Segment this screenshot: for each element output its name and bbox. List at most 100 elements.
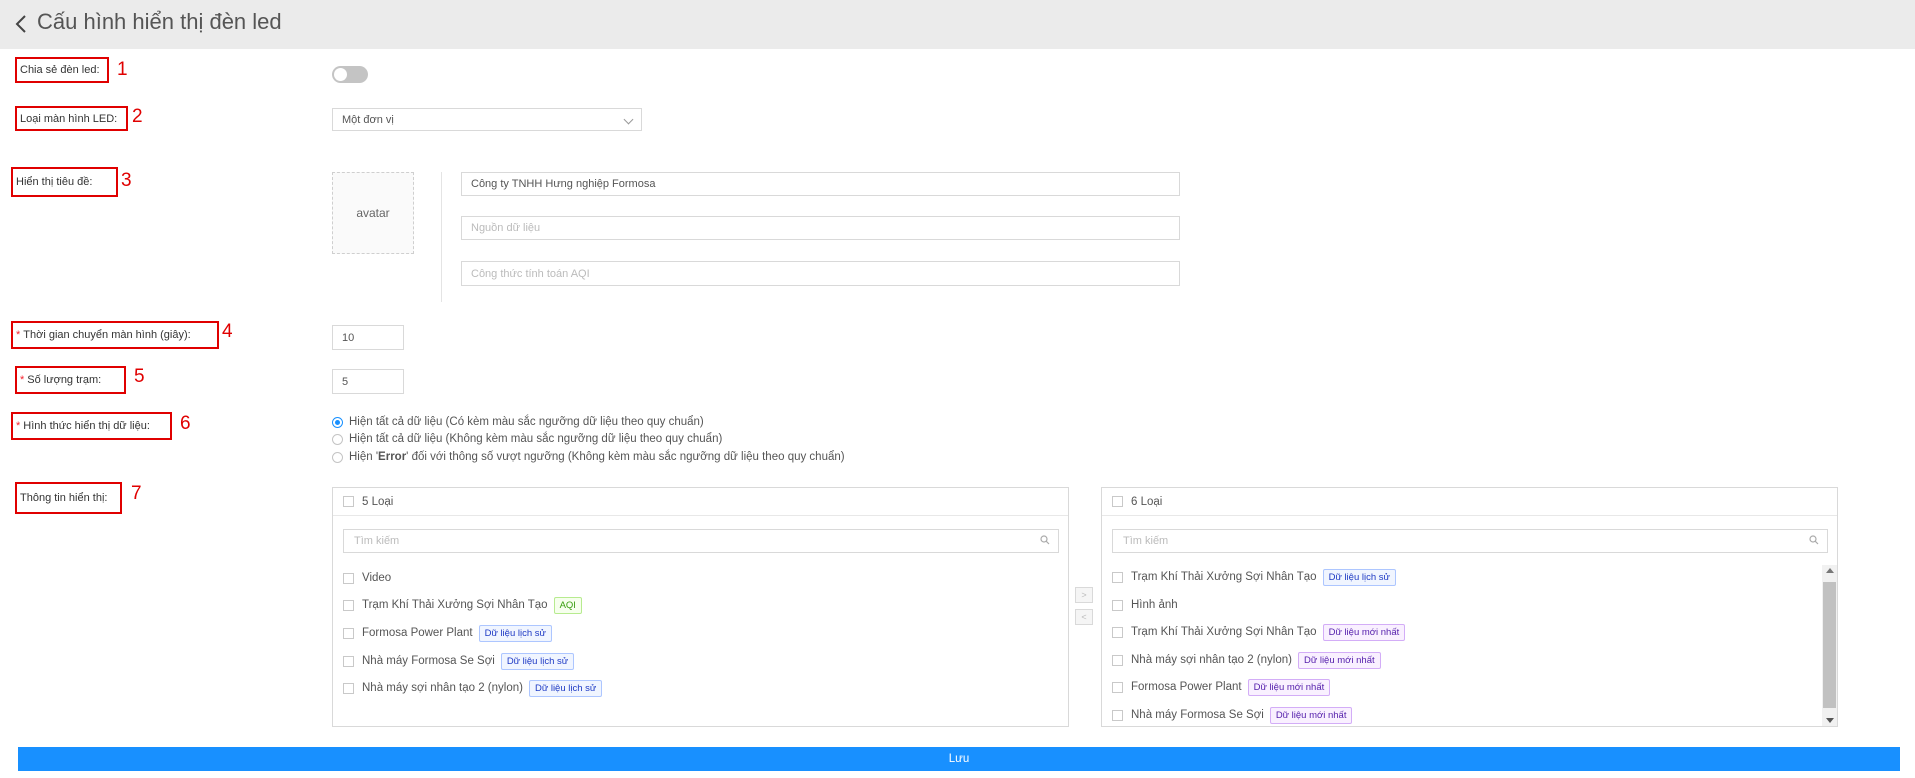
required-mark: * bbox=[16, 420, 21, 432]
item-checkbox[interactable] bbox=[343, 682, 354, 694]
display-mode-option-1[interactable]: Hiện tất cả dữ liệu (Có kèm màu sắc ngưỡ… bbox=[332, 416, 704, 428]
input-value: 10 bbox=[342, 331, 355, 344]
option-label: Hiện 'Error' đối với thông số vượt ngưỡn… bbox=[349, 451, 845, 463]
divider bbox=[441, 172, 442, 302]
target-search-input[interactable]: Tìm kiếm bbox=[1112, 529, 1828, 553]
aqi-formula-input[interactable]: Công thức tính toán AQI bbox=[461, 261, 1180, 286]
label-text: Loại màn hình LED bbox=[20, 112, 115, 125]
item-checkbox[interactable] bbox=[1112, 571, 1123, 583]
station-count-input[interactable]: 5 bbox=[332, 369, 404, 394]
item-tag: Dữ liệu mới nhất bbox=[1297, 651, 1381, 669]
label-text: Hình thức hiển thị dữ liệu bbox=[23, 420, 147, 432]
radio-button[interactable] bbox=[332, 451, 343, 463]
required-mark: * bbox=[20, 374, 25, 386]
item-checkbox[interactable] bbox=[343, 572, 354, 584]
list-item[interactable]: Trạm Khí Thải Xưởng Sợi Nhân Tạo Dữ liệu … bbox=[1112, 623, 1406, 641]
search-placeholder: Tìm kiếm bbox=[354, 535, 400, 547]
panel-header: 6 Loại bbox=[1102, 488, 1837, 516]
save-button[interactable]: Lưu bbox=[18, 747, 1900, 771]
move-right-button[interactable]: > bbox=[1075, 587, 1093, 603]
list-item[interactable]: Video bbox=[343, 569, 391, 587]
item-name: Nhà máy sợi nhân tạo 2 (nylon) bbox=[1131, 654, 1292, 666]
back-chevron-icon[interactable] bbox=[11, 13, 33, 35]
list-item[interactable]: Nhà máy Formosa Se Sợi Dữ liệu mới nhất bbox=[1112, 706, 1353, 724]
input-placeholder: Nguồn dữ liệu bbox=[471, 222, 541, 234]
option-label-post: ' đối với thông số vượt ngưỡng (Không kè… bbox=[406, 451, 845, 463]
display-mode-option-3[interactable]: Hiện 'Error' đối với thông số vượt ngưỡn… bbox=[332, 451, 845, 463]
label-text: Chia sẻ đèn led bbox=[20, 64, 97, 76]
label-show-title: Hiển thị tiêu đề: bbox=[11, 167, 118, 197]
item-tag: Dữ liệu lịch sử bbox=[478, 624, 552, 642]
option-label: Hiện tất cả dữ liệu (Có kèm màu sắc ngưỡ… bbox=[349, 416, 704, 428]
item-checkbox[interactable] bbox=[1112, 599, 1123, 611]
annotation-number: 6 bbox=[180, 413, 191, 434]
list-item[interactable]: Hình ảnh bbox=[1112, 596, 1178, 614]
label-colon: : bbox=[104, 492, 108, 504]
option-label-pre: Hiện ' bbox=[349, 451, 379, 463]
label-screen-type: Loại màn hình LED: bbox=[15, 106, 128, 131]
list-scrollbar[interactable] bbox=[1822, 565, 1837, 726]
search-placeholder: Tìm kiếm bbox=[1123, 535, 1169, 547]
item-tag: Dữ liệu lịch sử bbox=[1322, 568, 1396, 586]
radio-button[interactable] bbox=[332, 416, 343, 428]
option-label-bold: Error bbox=[378, 451, 407, 463]
item-checkbox[interactable] bbox=[1112, 681, 1123, 693]
item-checkbox[interactable] bbox=[343, 599, 354, 611]
item-checkbox[interactable] bbox=[343, 655, 354, 667]
item-checkbox[interactable] bbox=[1112, 626, 1123, 638]
toggle-knob bbox=[334, 68, 347, 81]
search-icon bbox=[1809, 535, 1819, 545]
select-value: Một đơn vị bbox=[342, 113, 394, 126]
item-name: Nhà máy Formosa Se Sợi bbox=[362, 655, 495, 667]
list-item[interactable]: Formosa Power Plant Dữ liệu lịch sử bbox=[343, 624, 552, 642]
scrollbar-thumb[interactable] bbox=[1823, 582, 1836, 708]
label-display-info: Thông tin hiển thị: bbox=[15, 482, 122, 514]
company-name-input[interactable]: Công ty TNHH Hưng nghiệp Formosa bbox=[461, 172, 1180, 196]
input-value: 5 bbox=[342, 375, 349, 388]
item-name: Hình ảnh bbox=[1131, 599, 1178, 611]
select-all-checkbox[interactable] bbox=[343, 496, 354, 507]
item-checkbox[interactable] bbox=[1112, 654, 1123, 666]
item-tag: Dữ liệu mới nhất bbox=[1322, 623, 1406, 641]
source-search-input[interactable]: Tìm kiếm bbox=[343, 529, 1059, 553]
list-item[interactable]: Nhà máy sợi nhân tạo 2 (nylon) Dữ liệu mớ… bbox=[1112, 651, 1381, 669]
list-item[interactable]: Nhà máy sợi nhân tạo 2 (nylon) Dữ liệu lị… bbox=[343, 679, 603, 697]
label-text: Thời gian chuyển màn hình (giây) bbox=[23, 329, 188, 341]
label-text: Hiển thị tiêu đề bbox=[16, 176, 90, 188]
select-all-checkbox[interactable] bbox=[1112, 496, 1123, 507]
item-name: Formosa Power Plant bbox=[1131, 681, 1242, 693]
page-title: Cấu hình hiển thị đèn led bbox=[37, 9, 282, 34]
avatar-upload[interactable]: avatar bbox=[332, 172, 414, 254]
item-checkbox[interactable] bbox=[343, 627, 354, 639]
label-station-count: * Số lượng trạm: bbox=[15, 366, 126, 394]
label-colon: : bbox=[187, 329, 191, 341]
panel-count: 5 Loại bbox=[362, 495, 394, 508]
item-tag: Dữ liệu mới nhất bbox=[1247, 678, 1331, 696]
display-mode-option-2[interactable]: Hiện tất cả dữ liệu (Không kèm màu sắc n… bbox=[332, 433, 722, 445]
list-item[interactable]: Trạm Khí Thải Xưởng Sợi Nhân Tạo AQI bbox=[343, 596, 582, 614]
input-value: Công ty TNHH Hưng nghiệp Formosa bbox=[471, 178, 656, 190]
scroll-down-icon[interactable] bbox=[1826, 718, 1834, 723]
radio-button[interactable] bbox=[332, 433, 343, 445]
item-tag: Dữ liệu mới nhất bbox=[1269, 706, 1353, 724]
switch-time-input[interactable]: 10 bbox=[332, 325, 404, 350]
list-item[interactable]: Nhà máy Formosa Se Sợi Dữ liệu lịch sử bbox=[343, 652, 575, 670]
scroll-up-icon[interactable] bbox=[1826, 568, 1834, 573]
label-share-led: Chia sẻ đèn led: bbox=[15, 57, 109, 83]
item-name: Nhà máy Formosa Se Sợi bbox=[1131, 709, 1264, 721]
panel-header: 5 Loại bbox=[333, 488, 1068, 516]
panel-count: 6 Loại bbox=[1131, 495, 1163, 508]
label-colon: : bbox=[98, 374, 102, 386]
screen-type-select[interactable]: Một đơn vị bbox=[332, 108, 642, 131]
label-switch-time: * Thời gian chuyển màn hình (giây): bbox=[11, 321, 219, 349]
item-tag: Dữ liệu lịch sử bbox=[500, 652, 575, 670]
item-checkbox[interactable] bbox=[1112, 709, 1123, 721]
move-left-button[interactable]: < bbox=[1075, 609, 1093, 625]
share-led-toggle[interactable] bbox=[332, 66, 368, 83]
list-item[interactable]: Formosa Power Plant Dữ liệu mới nhất bbox=[1112, 678, 1331, 696]
annotation-number: 2 bbox=[132, 106, 143, 127]
list-item[interactable]: Trạm Khí Thải Xưởng Sợi Nhân Tạo Dữ liệu … bbox=[1112, 568, 1396, 586]
item-name: Trạm Khí Thải Xưởng Sợi Nhân Tạo bbox=[362, 599, 548, 611]
data-source-input[interactable]: Nguồn dữ liệu bbox=[461, 216, 1180, 240]
annotation-number: 7 bbox=[131, 483, 142, 504]
